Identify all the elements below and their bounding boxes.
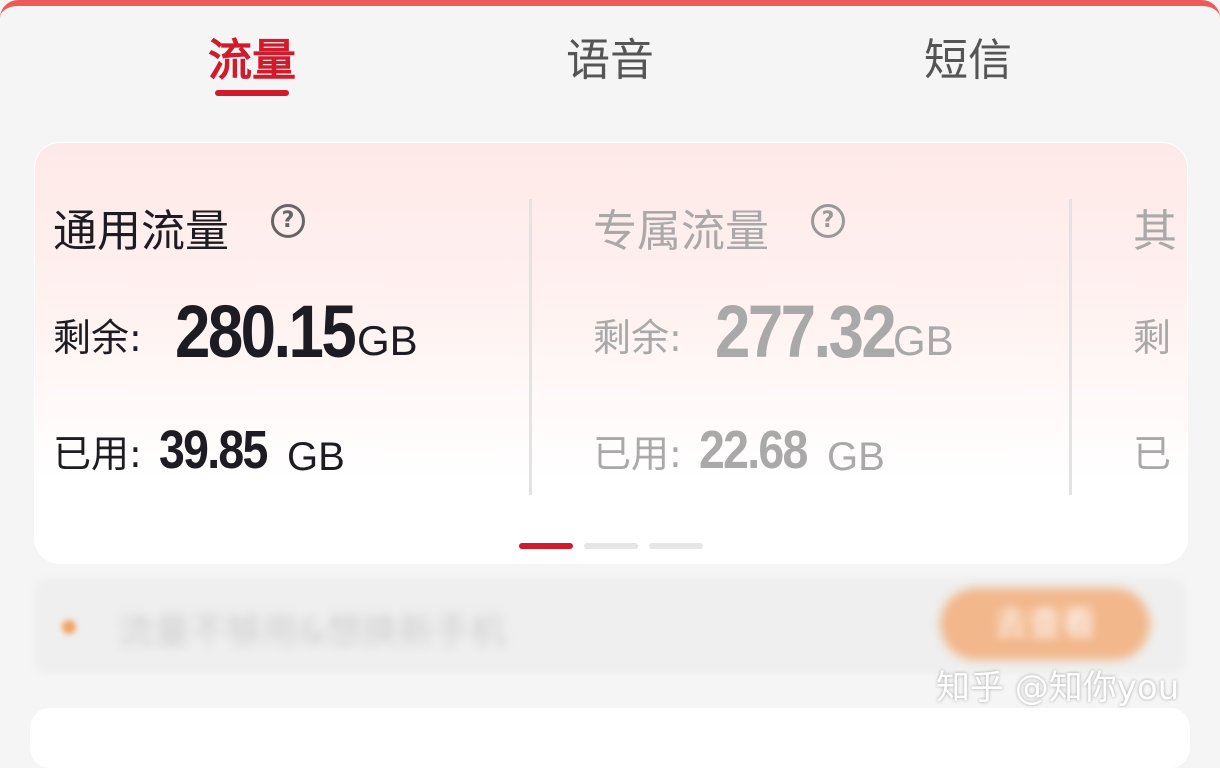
- used-unit: GB: [287, 435, 345, 479]
- next-section-card: [30, 708, 1190, 768]
- used-label: 已用:: [593, 432, 682, 476]
- other-traffic-panel[interactable]: 其 剩 已: [1115, 143, 1187, 503]
- watermark: 知乎 @知你you: [936, 668, 1180, 708]
- panel-divider: [529, 199, 532, 495]
- tab-voice[interactable]: 语音: [510, 24, 710, 88]
- panel-title: 专属流量: [593, 206, 769, 257]
- remain-value: 277.32: [715, 290, 897, 373]
- remain-label: 剩余:: [593, 316, 682, 360]
- used-label: 已: [1133, 432, 1172, 476]
- used-value: 39.85: [159, 420, 268, 480]
- question-circle-icon[interactable]: ?: [811, 204, 845, 238]
- question-circle-icon[interactable]: ?: [271, 204, 305, 238]
- view-button[interactable]: 去查看: [940, 588, 1150, 660]
- used-label: 已用:: [53, 432, 142, 476]
- remain-unit: GB: [357, 317, 418, 364]
- panel-title: 其: [1133, 206, 1177, 257]
- remain-value: 280.15: [175, 290, 357, 373]
- used-unit: GB: [827, 435, 885, 479]
- dedicated-traffic-panel[interactable]: 专属流量 ? 剩余: 277.32 GB 已用: 22.68 GB: [575, 143, 1075, 503]
- panel-divider: [1069, 199, 1072, 495]
- panel-title: 通用流量: [53, 206, 229, 257]
- tab-traffic[interactable]: 流量: [152, 24, 352, 88]
- general-traffic-panel[interactable]: 通用流量 ? 剩余: 280.15 GB 已用: 39.85 GB: [35, 143, 535, 503]
- remain-label: 剩: [1133, 316, 1172, 360]
- pager-dot-active: [519, 543, 573, 549]
- remain-label: 剩余:: [53, 316, 142, 360]
- tab-bar: 流量 语音 短信: [0, 20, 1220, 110]
- pager-dot: [584, 543, 638, 549]
- pager-dot: [649, 543, 703, 549]
- window-top-edge: [0, 0, 1220, 20]
- tab-sms[interactable]: 短信: [868, 24, 1068, 88]
- dot-icon: [62, 620, 76, 634]
- active-tab-indicator: [215, 90, 289, 96]
- remain-unit: GB: [893, 317, 954, 364]
- traffic-summary-card[interactable]: 通用流量 ? 剩余: 280.15 GB 已用: 39.85 GB 专属流量 ?…: [34, 142, 1188, 564]
- promo-text: 流量不够用&想换新手机: [118, 611, 507, 652]
- used-value: 22.68: [699, 420, 808, 480]
